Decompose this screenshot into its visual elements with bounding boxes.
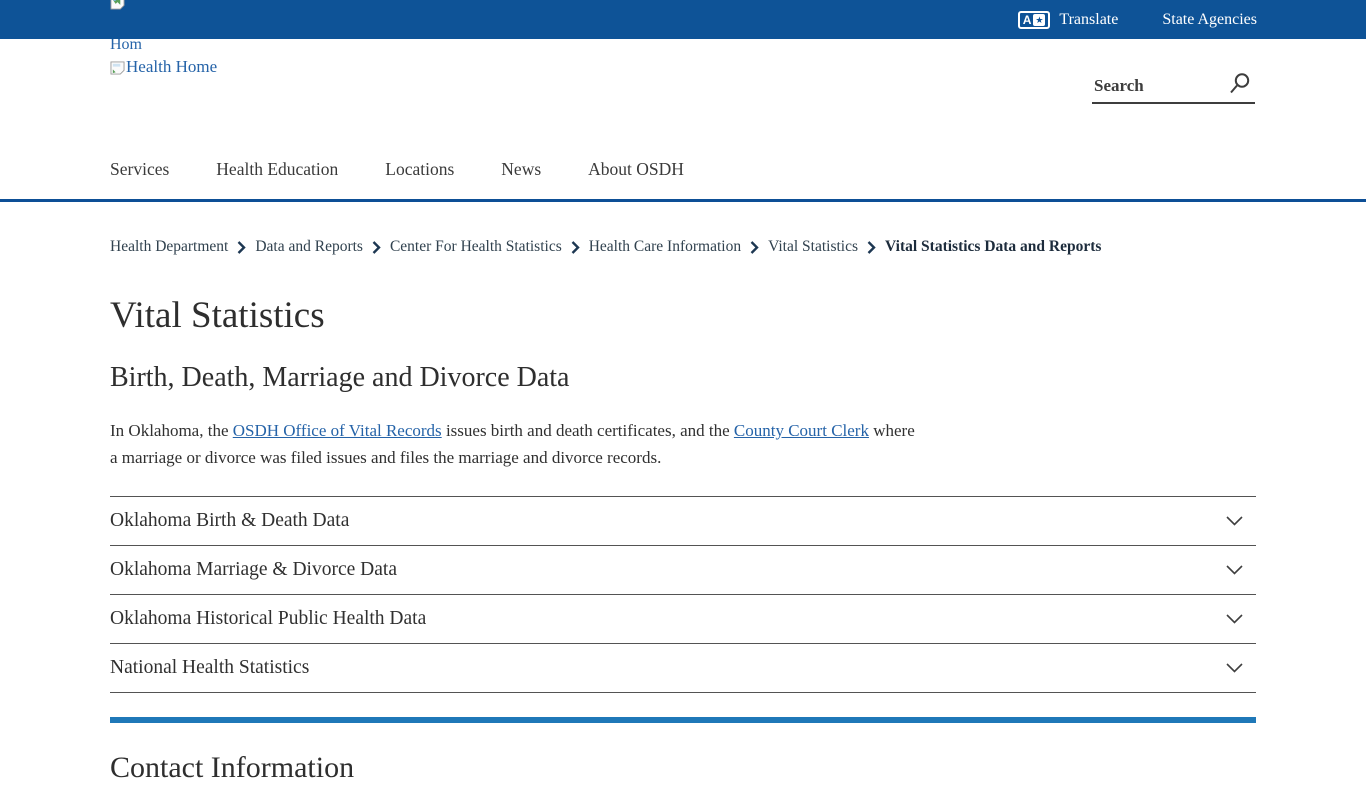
intro-paragraph: In Oklahoma, the OSDH Office of Vital Re… (110, 417, 922, 471)
breadcrumb-item: Data and Reports (255, 238, 390, 256)
accordion-header[interactable]: National Health Statistics (110, 644, 1256, 693)
page-subtitle: Birth, Death, Marriage and Divorce Data (110, 362, 1256, 394)
accordion-label: Oklahoma Marriage & Divorce Data (110, 559, 397, 581)
breadcrumb-item: Center For Health Statistics (390, 238, 589, 256)
chevron-down-icon (1226, 565, 1243, 575)
chevron-right-icon (750, 241, 759, 254)
nav-item[interactable]: Services (110, 159, 169, 180)
search-icon (1226, 70, 1253, 100)
chevron-right-icon (372, 241, 381, 254)
nav-item[interactable]: About OSDH (588, 159, 684, 180)
breadcrumb-link: Vital Statistics Data and Reports (885, 238, 1101, 256)
state-agencies-link[interactable]: State Agencies (1162, 11, 1257, 29)
breadcrumb-item: Health Care Information (589, 238, 768, 256)
search-button[interactable] (1226, 70, 1255, 102)
accordion-header[interactable]: Oklahoma Marriage & Divorce Data (110, 546, 1256, 595)
breadcrumb-item: Vital Statistics Data and Reports (885, 238, 1101, 256)
nav-item[interactable]: Locations (385, 159, 454, 180)
translate-icon-star: ★ (1033, 14, 1045, 26)
utility-topbar-links: A★ Translate State Agencies (1018, 11, 1366, 29)
accordion-label: National Health Statistics (110, 657, 309, 679)
page-content: Health Department Data and Reports Cente (110, 238, 1256, 785)
intro-text-segment[interactable]: OSDH Office of Vital Records (233, 421, 442, 440)
accordion-label: Oklahoma Historical Public Health Data (110, 608, 426, 630)
accordion-header[interactable]: Oklahoma Birth & Death Data (110, 497, 1256, 546)
breadcrumb-item: Vital Statistics (768, 238, 885, 256)
page-title: Vital Statistics (110, 296, 1256, 337)
breadcrumb-link[interactable]: Data and Reports (255, 238, 363, 256)
nav-item[interactable]: Health Education (216, 159, 338, 180)
intro-text-segment: issues birth and death certificates, and… (442, 421, 734, 440)
breadcrumb-link[interactable]: Vital Statistics (768, 238, 858, 256)
utility-topbar: A★ Translate State Agencies (0, 0, 1366, 39)
breadcrumb: Health Department Data and Reports Cente (110, 238, 1256, 256)
translate-button[interactable]: A★ Translate (1018, 11, 1119, 29)
translate-icon: A★ (1018, 11, 1051, 29)
translate-icon-letter: A (1023, 14, 1032, 26)
translate-label: Translate (1059, 11, 1118, 29)
nav-item[interactable]: News (501, 159, 541, 180)
breadcrumb-link[interactable]: Health Department (110, 238, 228, 256)
intro-text-segment[interactable]: County Court Clerk (734, 421, 869, 440)
accordion-label: Oklahoma Birth & Death Data (110, 510, 349, 532)
breadcrumb-item: Health Department (110, 238, 255, 256)
chevron-down-icon (1226, 663, 1243, 673)
chevron-down-icon (1226, 516, 1243, 526)
broken-image-icon (110, 60, 125, 80)
breadcrumb-link[interactable]: Center For Health Statistics (390, 238, 562, 256)
accordion-list: Oklahoma Birth & Death Data Oklahoma Mar… (110, 496, 1256, 693)
search-input[interactable] (1092, 75, 1214, 97)
chevron-right-icon (867, 241, 876, 254)
header-divider-rule (0, 199, 1366, 202)
chevron-right-icon (237, 241, 246, 254)
health-home-label: Health Home (126, 57, 217, 77)
primary-nav: Services Health Education Locations News… (110, 159, 684, 180)
intro-text-segment: In Oklahoma, the (110, 421, 233, 440)
broken-image-icon (110, 0, 125, 15)
breadcrumb-link[interactable]: Health Care Information (589, 238, 741, 256)
section-accent-bar (110, 717, 1256, 723)
chevron-right-icon (571, 241, 580, 254)
search-box (1092, 70, 1255, 104)
health-home-link[interactable]: Health Home (110, 57, 217, 80)
chevron-down-icon (1226, 614, 1243, 624)
accordion-header[interactable]: Oklahoma Historical Public Health Data (110, 595, 1256, 644)
